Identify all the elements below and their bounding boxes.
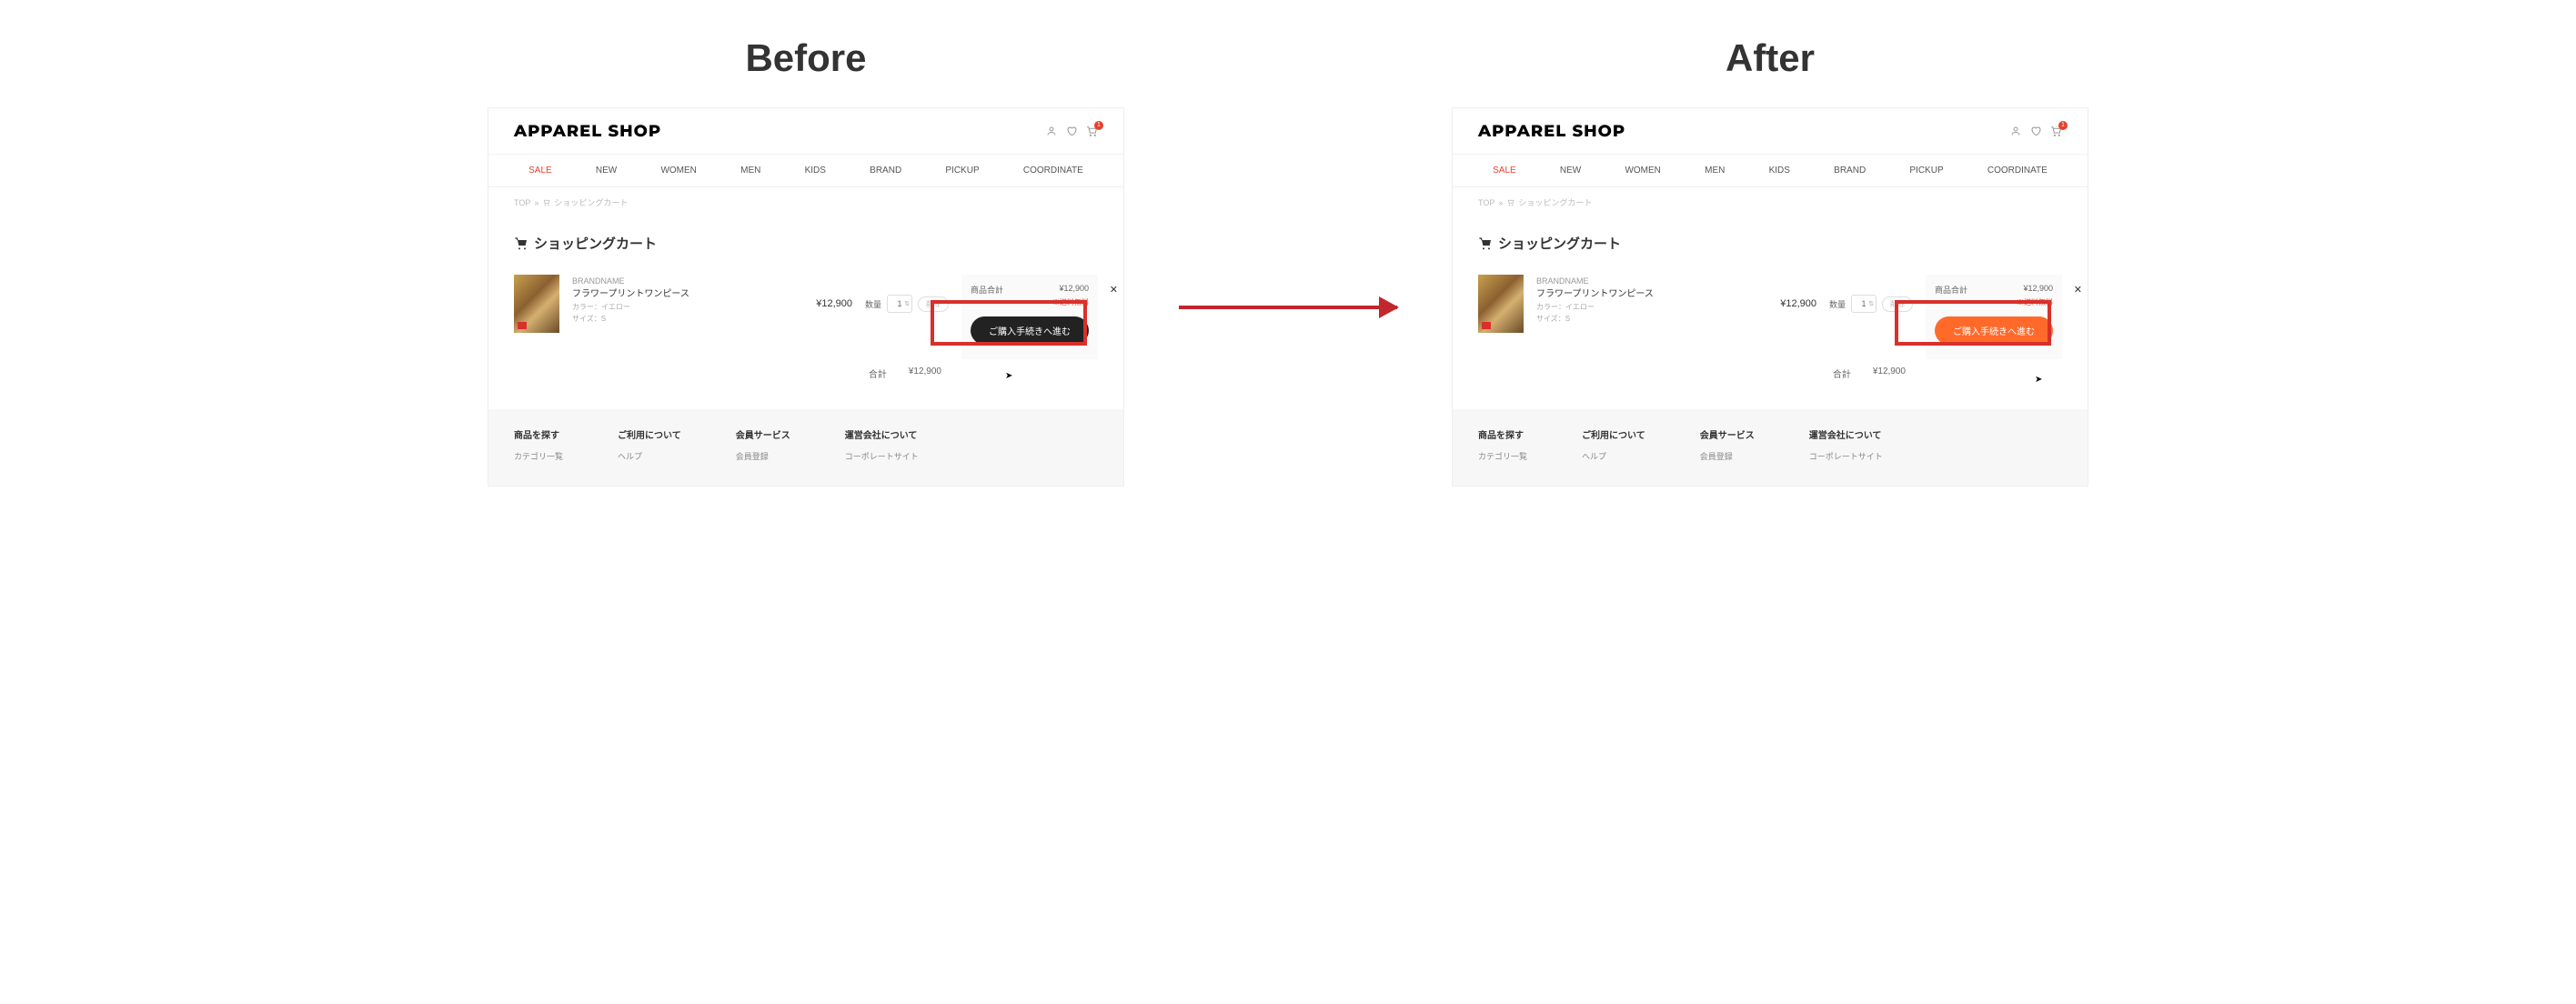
footer-link-1[interactable]: ヘルプ xyxy=(618,450,681,462)
footer: 商品を探すカテゴリ一覧 ご利用についてヘルプ 会員サービス会員登録 運営会社につ… xyxy=(1453,409,2088,486)
user-icon[interactable] xyxy=(1046,126,1057,136)
footer-h-0: 商品を探す xyxy=(1478,427,1527,441)
summary-value: ¥12,900 xyxy=(2023,284,2053,296)
after-panel: APPAREL SHOP 1 SALE NEW WOMEN MEN KIDS B… xyxy=(1452,107,2088,487)
close-icon[interactable]: ✕ xyxy=(2074,284,2082,296)
qty-input[interactable]: 1 xyxy=(887,295,912,313)
footer-link-0[interactable]: カテゴリ一覧 xyxy=(1478,450,1527,462)
qty-label: 数量 xyxy=(1829,298,1846,310)
cart-icon-small xyxy=(542,198,550,206)
breadcrumb-sep: » xyxy=(534,198,538,207)
footer-link-1[interactable]: ヘルプ xyxy=(1582,450,1645,462)
delete-button[interactable]: 削除 xyxy=(1882,296,1913,312)
item-brand: BRANDNAME xyxy=(1536,275,1767,287)
nav-kids[interactable]: KIDS xyxy=(1769,166,1790,176)
cursor-icon: ➤ xyxy=(1005,371,1012,381)
footer-h-0: 商品を探す xyxy=(514,427,563,441)
footer-link-3[interactable]: コーポレートサイト xyxy=(1809,450,1883,462)
nav-men[interactable]: MEN xyxy=(740,166,760,176)
product-thumbnail[interactable] xyxy=(1478,275,1524,333)
breadcrumb-current: ショッピングカート xyxy=(554,196,628,208)
footer-h-3: 運営会社について xyxy=(1809,427,1883,441)
summary-value: ¥12,900 xyxy=(1059,284,1089,296)
cart-badge: 1 xyxy=(1094,121,1103,130)
item-size: サイズ：S xyxy=(572,314,803,326)
nav-new[interactable]: NEW xyxy=(596,166,617,176)
footer-h-2: 会員サービス xyxy=(736,427,790,441)
free-shipping-note: ※送料無料 xyxy=(971,297,1089,307)
before-label: Before xyxy=(488,36,1124,80)
page-title: ショッピングカート xyxy=(488,217,1123,266)
footer-link-3[interactable]: コーポレートサイト xyxy=(845,450,919,462)
nav-coordinate[interactable]: COORDINATE xyxy=(1023,166,1083,176)
item-name[interactable]: フラワープリントワンピース xyxy=(572,287,803,302)
heart-icon[interactable] xyxy=(1066,126,1077,136)
cart-icon-small xyxy=(1506,198,1514,206)
breadcrumb: TOP » ショッピングカート xyxy=(1453,187,2088,217)
nav-brand[interactable]: BRAND xyxy=(1834,166,1866,176)
checkout-button[interactable]: ご購入手続きへ進む xyxy=(971,316,1089,345)
footer-h-3: 運営会社について xyxy=(845,427,919,441)
footer-link-0[interactable]: カテゴリ一覧 xyxy=(514,450,563,462)
item-color: カラー：イエロー xyxy=(1536,302,1767,314)
nav-new[interactable]: NEW xyxy=(1560,166,1581,176)
item-price: ¥12,900 xyxy=(1780,298,1816,309)
breadcrumb-current: ショッピングカート xyxy=(1518,196,1592,208)
nav-pickup[interactable]: PICKUP xyxy=(1909,166,1943,176)
cursor-icon: ➤ xyxy=(2035,375,2042,385)
totals-value: ¥12,900 xyxy=(1873,366,1906,380)
item-brand: BRANDNAME xyxy=(572,275,803,287)
nav-men[interactable]: MEN xyxy=(1705,166,1725,176)
totals-label: 合計 xyxy=(1833,366,1851,380)
nav-coordinate[interactable]: COORDINATE xyxy=(1987,166,2048,176)
breadcrumb-top[interactable]: TOP xyxy=(514,198,530,207)
footer-h-2: 会員サービス xyxy=(1700,427,1755,441)
footer-h-1: ご利用について xyxy=(618,427,681,441)
nav-women[interactable]: WOMEN xyxy=(660,166,696,176)
qty-input[interactable]: 1 xyxy=(1851,295,1877,313)
qty-label: 数量 xyxy=(865,298,881,310)
footer-link-2[interactable]: 会員登録 xyxy=(736,450,790,462)
cart-icon[interactable]: 1 xyxy=(1086,126,1098,137)
before-panel: APPAREL SHOP 1 SALE NEW WOMEN MEN KIDS B… xyxy=(488,107,1124,487)
nav-brand[interactable]: BRAND xyxy=(870,166,901,176)
comparison-arrow xyxy=(1179,306,1397,309)
item-size: サイズ：S xyxy=(1536,314,1767,326)
totals-value: ¥12,900 xyxy=(909,366,941,380)
cart-icon[interactable]: 1 xyxy=(2050,126,2062,137)
item-color: カラー：イエロー xyxy=(572,302,803,314)
breadcrumb: TOP » ショッピングカート xyxy=(488,187,1123,217)
footer-link-2[interactable]: 会員登録 xyxy=(1700,450,1755,462)
breadcrumb-top[interactable]: TOP xyxy=(1478,198,1494,207)
item-name[interactable]: フラワープリントワンピース xyxy=(1536,287,1767,302)
checkout-button[interactable]: ご購入手続きへ進む xyxy=(1935,316,2053,345)
summary-label: 商品合計 xyxy=(1935,284,1967,296)
nav-pickup[interactable]: PICKUP xyxy=(945,166,979,176)
cart-badge: 1 xyxy=(2058,121,2068,130)
user-icon[interactable] xyxy=(2010,126,2021,136)
shop-logo[interactable]: APPAREL SHOP xyxy=(1478,121,1625,141)
item-price: ¥12,900 xyxy=(816,298,852,309)
shop-logo[interactable]: APPAREL SHOP xyxy=(514,121,661,141)
nav-kids[interactable]: KIDS xyxy=(805,166,826,176)
summary-box: ✕ 商品合計 ¥12,900 ※送料無料 ご購入手続きへ進む xyxy=(961,275,1098,359)
summary-label: 商品合計 xyxy=(971,284,1003,296)
footer-h-1: ご利用について xyxy=(1582,427,1645,441)
page-title: ショッピングカート xyxy=(1453,217,2088,266)
nav-sale[interactable]: SALE xyxy=(528,166,552,176)
totals-label: 合計 xyxy=(869,366,887,380)
delete-button[interactable]: 削除 xyxy=(918,296,949,312)
breadcrumb-sep: » xyxy=(1498,198,1503,207)
free-shipping-note: ※送料無料 xyxy=(1935,297,2053,307)
footer: 商品を探すカテゴリ一覧 ご利用についてヘルプ 会員サービス会員登録 運営会社につ… xyxy=(488,409,1123,486)
summary-box: ✕ 商品合計 ¥12,900 ※送料無料 ご購入手続きへ進む xyxy=(1926,275,2062,359)
close-icon[interactable]: ✕ xyxy=(1110,284,1118,296)
after-label: After xyxy=(1452,36,2088,80)
main-nav: SALE NEW WOMEN MEN KIDS BRAND PICKUP COO… xyxy=(488,155,1123,187)
heart-icon[interactable] xyxy=(2030,126,2041,136)
main-nav: SALE NEW WOMEN MEN KIDS BRAND PICKUP COO… xyxy=(1453,155,2088,187)
product-thumbnail[interactable] xyxy=(514,275,559,333)
nav-sale[interactable]: SALE xyxy=(1493,166,1516,176)
nav-women[interactable]: WOMEN xyxy=(1625,166,1660,176)
